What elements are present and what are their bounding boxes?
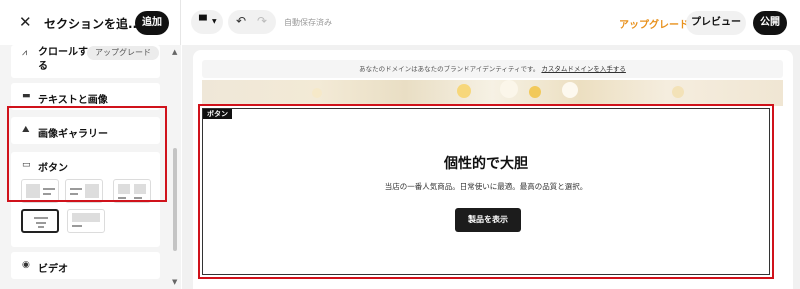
autosave-status: 自動保存済み	[284, 18, 332, 27]
domain-banner-text: あなたのドメインはあなたのブランドアイデンティティです。	[359, 65, 540, 73]
section-item-label: テキストと画像	[38, 95, 108, 106]
undo-redo-group: ↶ ↷	[228, 10, 276, 34]
device-switcher[interactable]: ▀ ▼	[191, 10, 223, 34]
section-item-label: ビデオ	[38, 264, 68, 275]
section-selection-outline: ボタン 個性的で大胆 当店の一番人気商品。日常使いに最適。最高の品質と選択。 製…	[202, 108, 770, 275]
section-subtitle[interactable]: 当店の一番人気商品。日常使いに最適。最高の品質と選択。	[203, 181, 769, 192]
scroll-icon: ⩘	[22, 48, 28, 58]
desktop-icon: ▀	[199, 16, 207, 27]
editor-toolbar: ▀ ▼ ↶ ↷ 自動保存済み アップグレード プレビュー 公開	[181, 0, 800, 45]
section-item-label: クロールする	[38, 47, 88, 72]
scroll-down-arrow-icon[interactable]: ▼	[172, 278, 177, 286]
layout-option-image-top[interactable]	[67, 209, 105, 233]
highlight-frame-button-item	[7, 106, 167, 202]
text-image-icon: ▬	[22, 91, 31, 101]
publish-button[interactable]: 公開	[753, 11, 787, 35]
section-tag: ボタン	[203, 109, 232, 119]
add-button[interactable]: 追加	[135, 11, 169, 35]
section-item-scroll[interactable]: ⩘ クロールする アップグレード	[11, 45, 160, 78]
panel-scrollbar[interactable]	[173, 148, 177, 251]
hero-image[interactable]	[202, 80, 783, 106]
upgrade-link[interactable]: アップグレード	[619, 16, 689, 31]
redo-icon[interactable]: ↷	[257, 14, 267, 28]
layout-option-centered[interactable]	[21, 209, 59, 233]
preview-button[interactable]: プレビュー	[686, 11, 746, 35]
chevron-down-icon: ▼	[212, 18, 217, 25]
button-section[interactable]: ボタン 個性的で大胆 当店の一番人気商品。日常使いに最適。最高の品質と選択。 製…	[198, 104, 774, 279]
video-icon: ◉	[22, 260, 30, 270]
scroll-up-arrow-icon[interactable]: ▲	[172, 48, 177, 56]
upgrade-badge[interactable]: アップグレード	[87, 46, 159, 60]
panel-title: セクションを追...	[44, 17, 142, 31]
section-item-video[interactable]: ◉ ビデオ	[11, 252, 160, 279]
panel-header: ✕ セクションを追... 追加	[0, 0, 181, 45]
close-icon[interactable]: ✕	[19, 15, 32, 30]
undo-icon[interactable]: ↶	[236, 14, 246, 28]
section-title[interactable]: 個性的で大胆	[203, 153, 769, 173]
custom-domain-link[interactable]: カスタムドメインを入手する	[541, 65, 626, 73]
domain-banner: あなたのドメインはあなたのブランドアイデンティティです。 カスタムドメインを入手…	[202, 60, 783, 78]
view-products-button[interactable]: 製品を表示	[455, 208, 521, 232]
